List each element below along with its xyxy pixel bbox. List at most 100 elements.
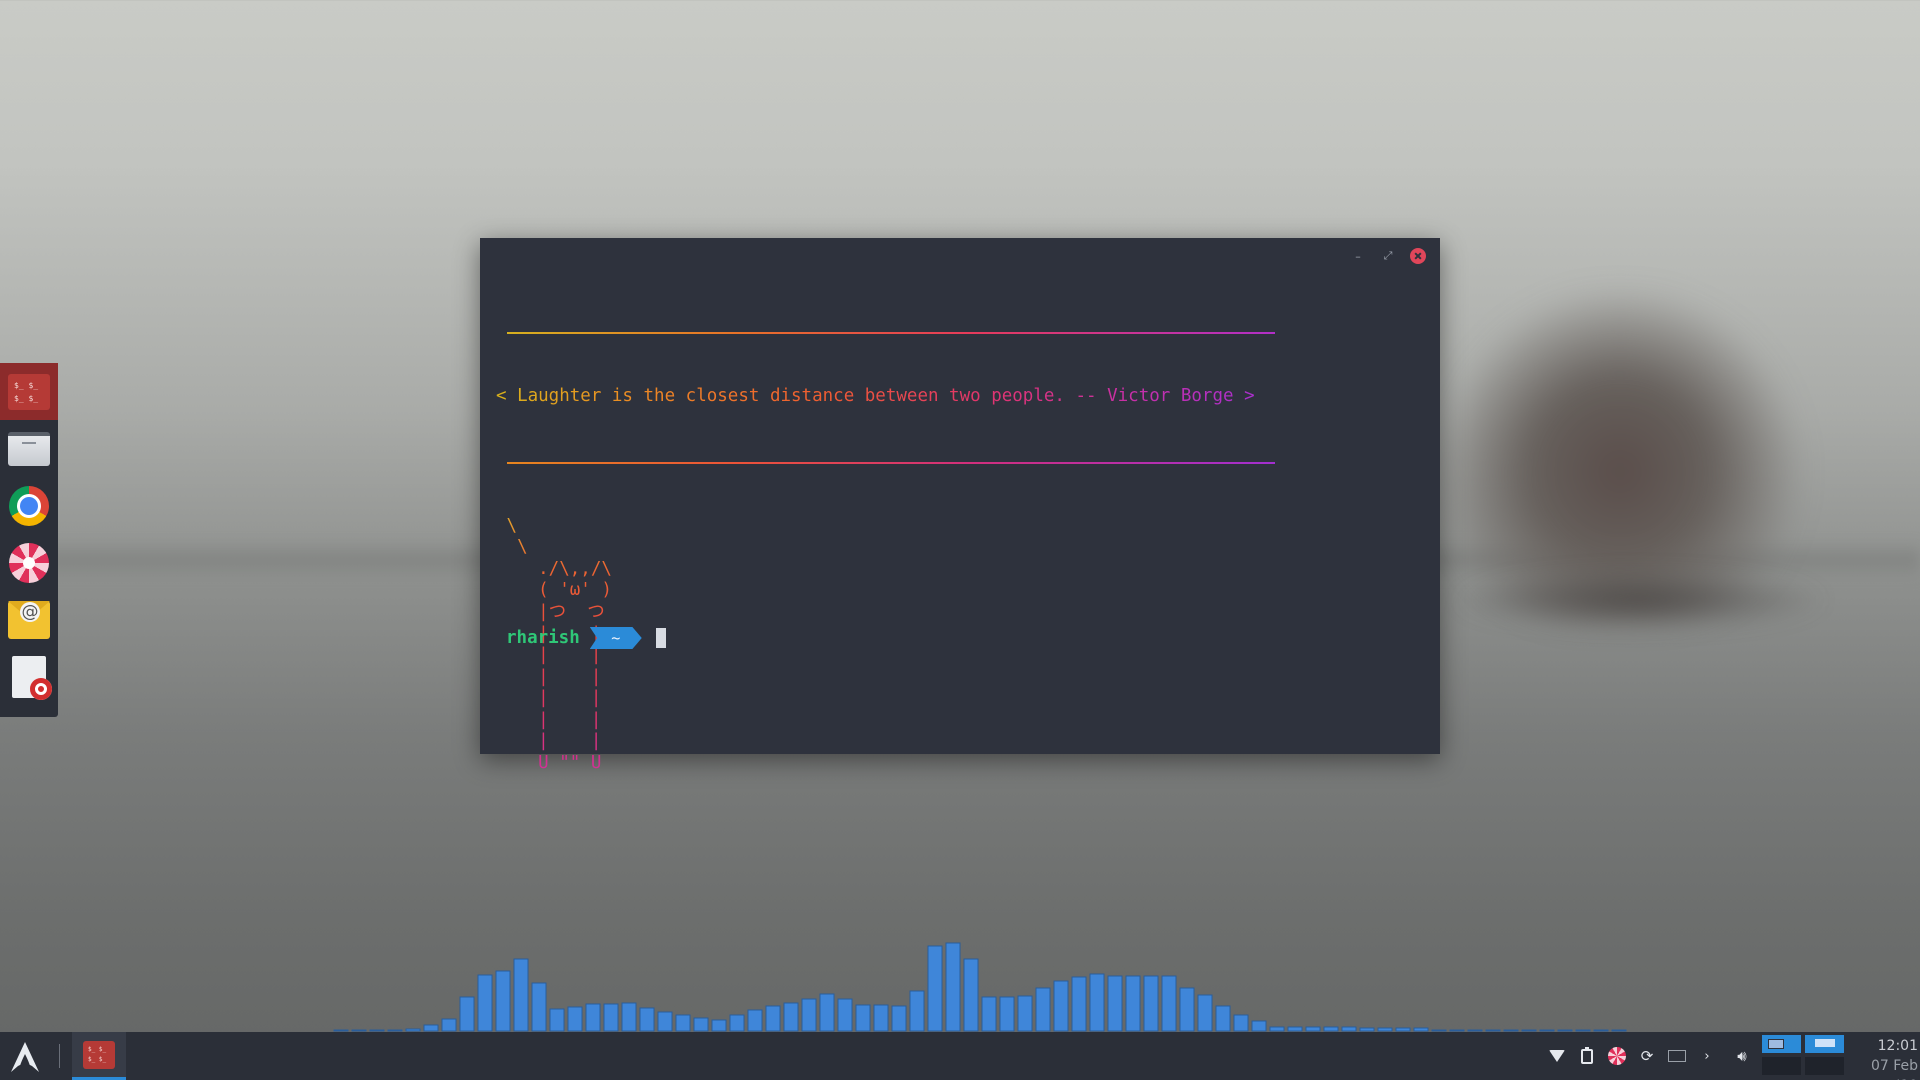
visualizer-bar (891, 1005, 907, 1032)
clock[interactable]: 12:01 07 Feb '19 (1846, 1036, 1918, 1080)
cat-art-line: \ (496, 537, 528, 558)
dock-item-terminal[interactable] (0, 363, 58, 420)
visualizer-bar (1161, 975, 1177, 1032)
visualizer-bar (1287, 1026, 1303, 1032)
terminal-output: < Laughter is the closest distance betwe… (496, 278, 1275, 818)
visualizer-bar (873, 1004, 889, 1032)
workspace-4[interactable] (1805, 1057, 1844, 1075)
dock-item-aperture[interactable] (0, 534, 58, 591)
dock-item-document-viewer[interactable] (0, 648, 58, 705)
clock-date: 07 Feb '19 (1870, 1058, 1918, 1080)
visualizer-bar (837, 998, 853, 1032)
quote-open: < (496, 385, 518, 406)
clock-time: 12:01 (1877, 1038, 1918, 1054)
speech-bubble-top-border (507, 321, 1275, 343)
workspace-3[interactable] (1762, 1057, 1801, 1075)
terminal-window[interactable]: – ⤢ < Laughter is the closest distance b… (480, 238, 1440, 754)
sync-icon[interactable]: ⟳ (1638, 1047, 1656, 1065)
cat-art-line: ./\,,/\ (496, 558, 612, 579)
visualizer-bar (477, 974, 493, 1032)
visualizer-bar (1305, 1026, 1321, 1032)
speech-bubble-bottom-border (507, 451, 1275, 473)
cat-art-line: \ (496, 515, 518, 536)
system-tray: ⟳ › 🔊︎ (1548, 1032, 1756, 1080)
visualizer-bar (1467, 1029, 1483, 1032)
window-controls: – ⤢ (1350, 248, 1426, 264)
cat-art-line: |つ つ (496, 601, 605, 622)
visualizer-bar (1107, 975, 1123, 1032)
quote-text: Laughter is the closest distance between… (517, 385, 1234, 406)
cat-art-line: ( 'ω' ) (496, 580, 612, 601)
visualizer-bar (387, 1029, 403, 1032)
visualizer-bar (927, 945, 943, 1032)
visualizer-bar (1449, 1029, 1465, 1032)
terminal-icon (8, 373, 50, 410)
arch-logo-icon[interactable] (8, 1040, 42, 1074)
cat-art-line: | | (496, 666, 602, 687)
document-viewer-icon (12, 655, 52, 700)
visualizer-bar (603, 1003, 619, 1032)
dock-item-file-manager[interactable] (0, 420, 58, 477)
mail-tray-icon[interactable] (1668, 1047, 1686, 1065)
visualizer-bar (819, 993, 835, 1032)
visualizer-bar (693, 1017, 709, 1032)
wallpaper-rock-base (1450, 570, 1830, 630)
visualizer-bar (1377, 1027, 1393, 1032)
visualizer-bar (567, 1006, 583, 1032)
workspace-1[interactable] (1762, 1035, 1801, 1053)
visualizer-bar (1179, 987, 1195, 1032)
visualizer-bar (963, 958, 979, 1032)
visualizer-bar (909, 990, 925, 1032)
visualizer-bar (1503, 1029, 1519, 1032)
visualizer-bar (1413, 1027, 1429, 1032)
quote-line: < Laughter is the closest distance betwe… (496, 386, 1275, 408)
visualizer-bar (657, 1011, 673, 1032)
quote-close: > (1233, 385, 1255, 406)
visualizer-bar (1053, 980, 1069, 1032)
close-button[interactable] (1410, 248, 1426, 264)
maximize-button[interactable]: ⤢ (1380, 248, 1396, 264)
visualizer-bar (1485, 1029, 1501, 1032)
taskbar-separator (59, 1044, 60, 1068)
chrome-icon (9, 485, 49, 526)
visualizer-bar (1521, 1029, 1537, 1032)
visualizer-bar (1611, 1029, 1627, 1032)
visualizer-bar (747, 1009, 763, 1032)
clipboard-icon[interactable] (1578, 1046, 1596, 1065)
shell-prompt[interactable]: rharish ~ (506, 626, 666, 650)
dock-item-mail[interactable] (0, 591, 58, 648)
mail-icon (8, 600, 50, 639)
expand-icon[interactable]: › (1698, 1047, 1716, 1065)
minimize-button[interactable]: – (1350, 248, 1366, 264)
visualizer-bar (1359, 1027, 1375, 1032)
aperture-icon (9, 542, 49, 583)
dock-item-chrome[interactable] (0, 477, 58, 534)
visualizer-bar (1323, 1026, 1339, 1032)
visualizer-bar (1341, 1026, 1357, 1032)
visualizer-bar (405, 1028, 421, 1032)
workspace-2[interactable] (1805, 1035, 1844, 1053)
prompt-directory: ~ (589, 627, 642, 649)
volume-icon[interactable]: 🔊︎ (1728, 1047, 1756, 1065)
terminal-icon (83, 1040, 115, 1069)
visualizer-bar (1395, 1027, 1411, 1032)
visualizer-bar (1233, 1014, 1249, 1032)
visualizer-bar (513, 958, 529, 1032)
wifi-icon[interactable] (1548, 1047, 1566, 1065)
visualizer-bar (1215, 1005, 1231, 1032)
visualizer-bar (1071, 976, 1087, 1032)
visualizer-bar (801, 998, 817, 1032)
visualizer-bar (1035, 987, 1051, 1032)
taskbar-task-terminal[interactable] (72, 1032, 126, 1080)
visualizer-bar (1269, 1026, 1285, 1032)
cat-art-line: | | (496, 709, 602, 730)
aperture-tray-icon[interactable] (1608, 1047, 1626, 1065)
visualizer-bar (711, 1019, 727, 1032)
visualizer-bar (945, 942, 961, 1032)
visualizer-bar (855, 1004, 871, 1032)
visualizer-bar (531, 982, 547, 1032)
workspace-switcher (1762, 1035, 1844, 1077)
visualizer-bar (1593, 1029, 1609, 1032)
visualizer-bar (1557, 1029, 1573, 1032)
visualizer-bar (351, 1029, 367, 1032)
